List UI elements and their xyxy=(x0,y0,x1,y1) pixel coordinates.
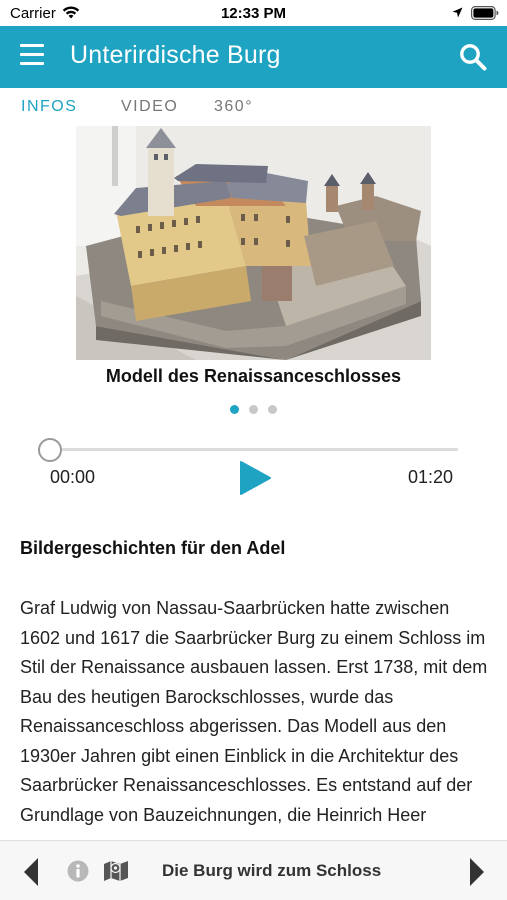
status-bar: Carrier 12:33 PM xyxy=(0,0,507,26)
current-time: 00:00 xyxy=(50,467,96,487)
page-title: Unterirdische Burg xyxy=(70,41,281,69)
status-time: 12:33 PM xyxy=(220,5,287,22)
app-header: Unterirdische Burg xyxy=(0,26,507,88)
tab-video[interactable]: VIDEO xyxy=(121,98,178,116)
tab-360[interactable]: 360° xyxy=(214,98,253,116)
article-heading: Bildergeschichten für den Adel xyxy=(20,538,286,558)
audio-progress-track[interactable] xyxy=(50,448,458,451)
location-icon xyxy=(452,7,463,18)
total-time: 01:20 xyxy=(408,467,454,487)
castle-model-illustration xyxy=(76,126,431,360)
tab-bar: INFOS VIDEO 360° xyxy=(0,88,507,126)
play-icon[interactable] xyxy=(238,460,272,496)
search-icon[interactable] xyxy=(458,42,488,72)
menu-icon[interactable] xyxy=(20,44,44,66)
pagination-dot[interactable] xyxy=(230,405,239,414)
map-icon[interactable] xyxy=(103,860,129,882)
chevron-right-icon[interactable] xyxy=(468,857,486,887)
article-body: Graf Ludwig von Nassau-Saarbrücken hatte… xyxy=(20,598,488,825)
carousel-pagination xyxy=(0,401,507,419)
pagination-dot[interactable] xyxy=(268,405,277,414)
pagination-dot[interactable] xyxy=(249,405,258,414)
bottom-navigation-bar: Die Burg wird zum Schloss xyxy=(0,840,507,900)
chapter-title[interactable]: Die Burg wird zum Schloss xyxy=(162,861,381,881)
info-icon[interactable] xyxy=(67,860,89,882)
battery-icon xyxy=(471,6,499,20)
castle-model-photo[interactable] xyxy=(76,126,431,360)
tab-infos[interactable]: INFOS xyxy=(21,98,77,116)
audio-progress-knob[interactable] xyxy=(38,438,62,462)
chevron-left-icon[interactable] xyxy=(22,857,40,887)
image-caption: Modell des Renaissanceschlosses xyxy=(105,366,402,386)
